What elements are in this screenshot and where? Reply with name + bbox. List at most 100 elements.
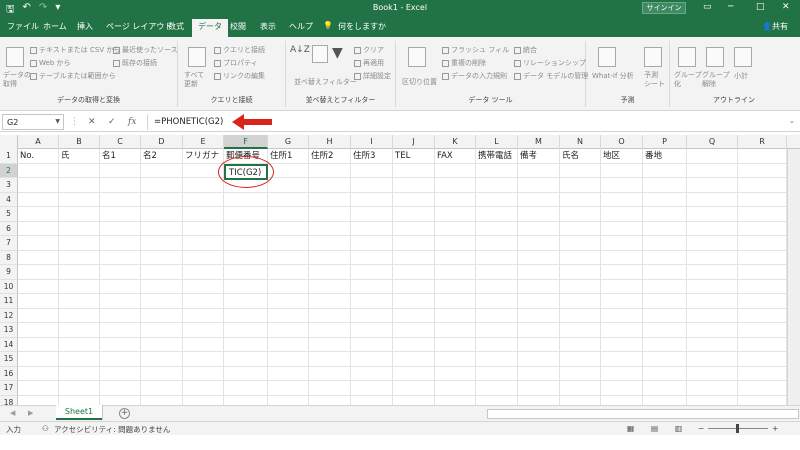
- row-header-16[interactable]: 16: [0, 366, 18, 381]
- tab-help[interactable]: ヘルプ: [289, 21, 313, 32]
- sheet-tab-sheet1[interactable]: Sheet1: [56, 405, 102, 420]
- column-header-j[interactable]: J: [393, 135, 435, 149]
- row-header-14[interactable]: 14: [0, 337, 18, 352]
- recent-sources-button[interactable]: 最近使ったソース: [113, 45, 178, 55]
- name-box[interactable]: G2 ▼: [2, 114, 64, 130]
- get-data-button[interactable]: データの 取得: [3, 71, 31, 89]
- cell-i1[interactable]: 住所3: [351, 149, 375, 163]
- cell-m1[interactable]: 備考: [518, 149, 537, 163]
- cell-c1[interactable]: 名1: [100, 149, 116, 163]
- column-header-l[interactable]: L: [476, 135, 518, 149]
- add-sheet-icon[interactable]: +: [119, 408, 130, 419]
- column-header-p[interactable]: P: [643, 135, 687, 149]
- cell-h1[interactable]: 住所2: [309, 149, 333, 163]
- column-header-e[interactable]: E: [183, 135, 224, 149]
- expand-formula-bar-icon[interactable]: ⌄: [789, 117, 795, 125]
- row-header-8[interactable]: 8: [0, 250, 18, 265]
- insert-function-icon[interactable]: fx: [128, 117, 136, 127]
- accessibility-status[interactable]: アクセシビリティ: 問題ありません: [54, 424, 170, 435]
- enter-icon[interactable]: ✓: [108, 117, 116, 127]
- tab-view[interactable]: 表示: [260, 21, 276, 32]
- chevron-down-icon[interactable]: ▼: [55, 118, 60, 125]
- filter-button[interactable]: フィルター: [322, 77, 357, 87]
- column-header-d[interactable]: D: [141, 135, 183, 149]
- prev-sheet-icon[interactable]: ◀: [10, 409, 15, 417]
- cell-e1[interactable]: フリガナ: [183, 149, 219, 163]
- restore-button[interactable]: □: [756, 2, 765, 12]
- zoom-slider-thumb[interactable]: [736, 424, 739, 433]
- cell-b1[interactable]: 氏: [59, 149, 70, 163]
- column-header-g[interactable]: G: [268, 135, 309, 149]
- tab-insert[interactable]: 挿入: [77, 21, 93, 32]
- column-header-o[interactable]: O: [601, 135, 643, 149]
- column-header-a[interactable]: A: [18, 135, 59, 149]
- queries-connections-button[interactable]: クエリと接続: [214, 45, 265, 55]
- tab-review[interactable]: 校閲: [230, 21, 246, 32]
- remove-duplicates-button[interactable]: 重複の削除: [442, 58, 486, 68]
- column-header-r[interactable]: R: [738, 135, 787, 149]
- tab-page-layout[interactable]: ページ レイアウト: [106, 21, 172, 32]
- column-header-i[interactable]: I: [351, 135, 393, 149]
- cell-d1[interactable]: 名2: [141, 149, 157, 163]
- column-header-q[interactable]: Q: [687, 135, 738, 149]
- next-sheet-icon[interactable]: ▶: [28, 409, 33, 417]
- column-header-c[interactable]: C: [100, 135, 141, 149]
- refresh-all-button[interactable]: すべて 更新: [184, 71, 204, 89]
- column-header-m[interactable]: M: [518, 135, 560, 149]
- tab-home[interactable]: ホーム: [43, 21, 67, 32]
- clear-filter-button[interactable]: クリア: [354, 45, 384, 55]
- data-model-button[interactable]: データ モデルの管理: [514, 71, 588, 81]
- row-header-17[interactable]: 17: [0, 381, 18, 396]
- row-header-5[interactable]: 5: [0, 207, 18, 222]
- normal-view-icon[interactable]: ▦: [627, 424, 634, 433]
- cell-o1[interactable]: 地区: [601, 149, 620, 163]
- ungroup-button[interactable]: グループ 解除: [702, 71, 730, 89]
- column-header-h[interactable]: H: [309, 135, 351, 149]
- worksheet-grid[interactable]: ABCDEFGHIJKLMNOPQR 1 2 3 4 5 6 7 8 9 10 11 12 13 14 15…: [0, 135, 800, 405]
- consolidate-button[interactable]: 統合: [514, 45, 537, 55]
- row-header-15[interactable]: 15: [0, 352, 18, 367]
- signin-button[interactable]: サインイン: [642, 2, 686, 14]
- data-validation-button[interactable]: データの入力規則: [442, 71, 507, 81]
- cell-a1[interactable]: No.: [18, 149, 34, 163]
- minimize-button[interactable]: ─: [728, 2, 733, 12]
- close-button[interactable]: ✕: [782, 2, 790, 12]
- cell-l1[interactable]: 携帯電話: [476, 149, 512, 163]
- ribbon-display-options-icon[interactable]: ▭: [703, 2, 712, 12]
- row-header-1[interactable]: 1: [0, 149, 18, 164]
- horizontal-scrollbar[interactable]: [487, 409, 799, 419]
- text-to-columns-button[interactable]: 区切り位置: [402, 77, 437, 87]
- cancel-icon[interactable]: ✕: [88, 117, 96, 127]
- row-header-7[interactable]: 7: [0, 236, 18, 251]
- forecast-sheet-button[interactable]: 予測 シート: [644, 71, 665, 89]
- column-header-n[interactable]: N: [560, 135, 601, 149]
- cell-j1[interactable]: TEL: [393, 149, 410, 163]
- advanced-filter-button[interactable]: 詳細設定: [354, 71, 391, 81]
- tab-file[interactable]: ファイル: [7, 21, 39, 32]
- row-header-2[interactable]: 2: [0, 163, 18, 178]
- reapply-button[interactable]: 再適用: [354, 58, 384, 68]
- subtotal-button[interactable]: 小計: [734, 71, 748, 81]
- row-header-6[interactable]: 6: [0, 221, 18, 236]
- existing-connections-button[interactable]: 既存の接続: [113, 58, 157, 68]
- select-all-button[interactable]: [0, 135, 18, 149]
- row-header-4[interactable]: 4: [0, 192, 18, 207]
- page-break-view-icon[interactable]: ▥: [675, 424, 682, 433]
- tab-formulas[interactable]: 数式: [168, 21, 184, 32]
- vertical-scrollbar[interactable]: [787, 149, 800, 405]
- column-header-f[interactable]: F: [224, 135, 268, 149]
- relationships-button[interactable]: リレーションシップ: [514, 58, 586, 68]
- row-header-10[interactable]: 10: [0, 279, 18, 294]
- sort-button[interactable]: 並べ替え: [294, 77, 322, 87]
- whatif-button[interactable]: What-If 分析: [592, 71, 634, 81]
- share-button[interactable]: 👤共有: [762, 21, 788, 32]
- edit-links-button[interactable]: リンクの編集: [214, 71, 265, 81]
- cell-n1[interactable]: 氏名: [560, 149, 579, 163]
- zoom-in-button[interactable]: +: [772, 424, 778, 433]
- cell-p1[interactable]: 番地: [643, 149, 662, 163]
- cell-g1[interactable]: 住所1: [268, 149, 292, 163]
- column-header-b[interactable]: B: [59, 135, 100, 149]
- from-table-button[interactable]: テーブルまたは範囲から: [30, 71, 116, 81]
- row-header-18[interactable]: 18: [0, 395, 18, 405]
- row-header-13[interactable]: 13: [0, 323, 18, 338]
